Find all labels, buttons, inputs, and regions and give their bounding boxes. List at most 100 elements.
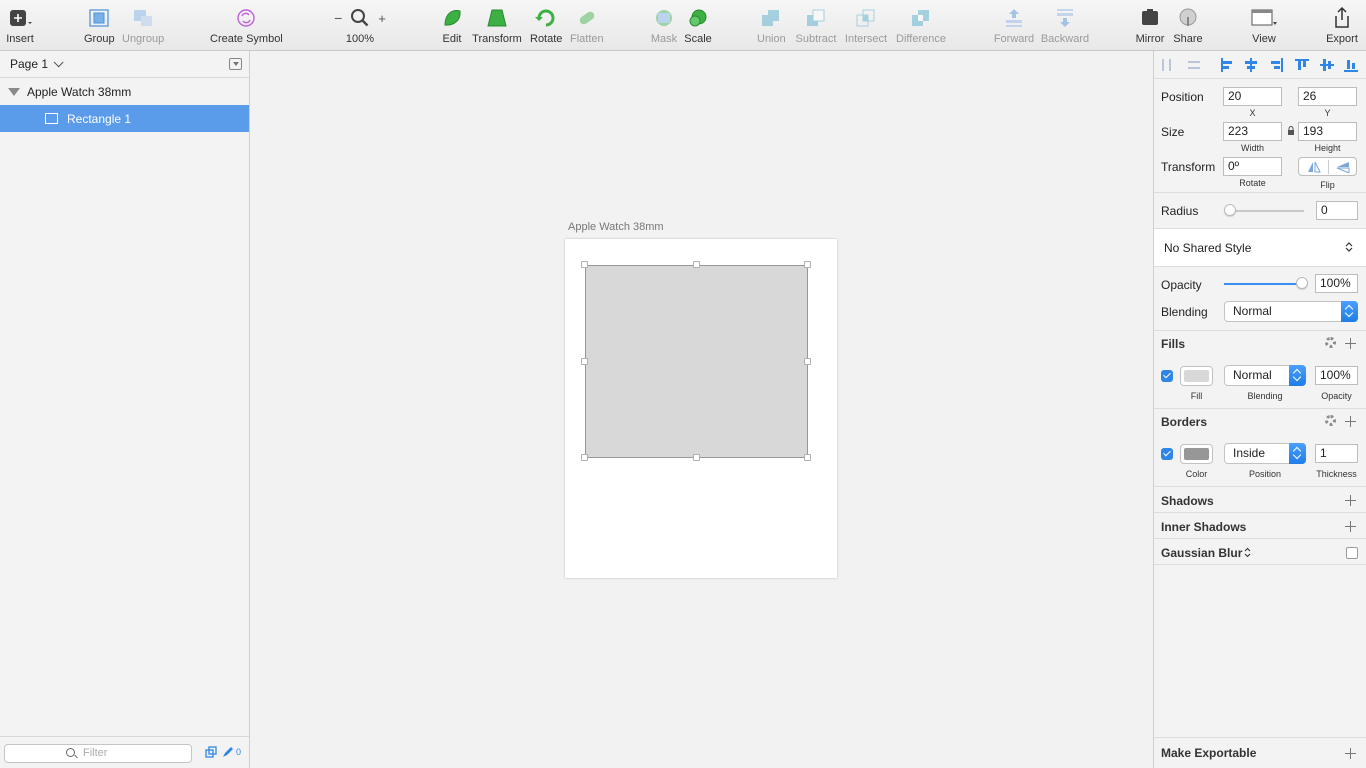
add-inner-shadow-icon[interactable] — [1345, 521, 1356, 532]
gaussian-blur-checkbox[interactable] — [1346, 547, 1358, 559]
align-middle-vertical-icon[interactable] — [1320, 58, 1334, 72]
artboard[interactable] — [565, 239, 837, 578]
opacity-slider[interactable] — [1224, 283, 1302, 285]
search-icon — [66, 748, 75, 757]
flip-horizontal-icon[interactable] — [1307, 161, 1321, 173]
union-button[interactable]: Union — [757, 6, 786, 48]
distribute-vertical-icon[interactable] — [1187, 58, 1201, 72]
share-icon — [1174, 6, 1202, 30]
intersect-button[interactable]: Intersect — [845, 6, 887, 48]
resize-handle-mr[interactable] — [804, 358, 811, 365]
resize-handle-bm[interactable] — [693, 454, 700, 461]
collapse-pages-icon[interactable] — [229, 58, 242, 70]
difference-button[interactable]: Difference — [895, 6, 947, 48]
mirror-button[interactable]: Mirror — [1133, 6, 1167, 48]
resize-handle-tl[interactable] — [581, 261, 588, 268]
share-button[interactable]: Share — [1172, 6, 1204, 48]
rectangle-shape[interactable] — [585, 265, 808, 458]
distribute-horizontal-icon[interactable] — [1160, 58, 1174, 72]
flatten-button[interactable]: Flatten — [570, 6, 604, 48]
fill-enabled-checkbox[interactable] — [1161, 370, 1173, 382]
blending-select[interactable]: Normal — [1224, 301, 1358, 322]
align-center-horizontal-icon[interactable] — [1244, 58, 1258, 72]
gaussian-blur-section: Gaussian Blur — [1154, 539, 1366, 565]
fills-gear-icon[interactable] — [1325, 337, 1336, 348]
insert-button[interactable]: Insert — [6, 6, 34, 48]
artboard-title[interactable]: Apple Watch 38mm — [568, 221, 664, 233]
export-button[interactable]: Export — [1324, 6, 1360, 48]
union-icon — [757, 6, 785, 30]
backward-button[interactable]: Backward — [1040, 6, 1090, 48]
lock-icon[interactable] — [1287, 126, 1295, 136]
ungroup-icon — [129, 6, 157, 30]
rotate-input[interactable]: 0º — [1223, 157, 1282, 176]
updown-chevron-icon[interactable] — [1244, 547, 1251, 558]
pen-filter-icon[interactable] — [221, 746, 233, 758]
select-arrow-icon — [1289, 365, 1306, 386]
layer-rectangle[interactable]: Rectangle 1 — [0, 105, 249, 132]
disclosure-triangle-icon[interactable] — [8, 87, 20, 96]
zoom-out-icon[interactable]: − — [334, 10, 342, 26]
height-input[interactable]: 193 — [1298, 122, 1357, 141]
edit-button[interactable]: Edit — [438, 6, 466, 48]
forward-button[interactable]: Forward — [993, 6, 1035, 48]
inspector-panel: Position 20 26 X Y Size 223 193 Width He… — [1153, 51, 1366, 768]
updown-chevron-icon[interactable] — [1345, 241, 1353, 253]
filter-input[interactable]: Filter — [4, 744, 192, 763]
flip-vertical-icon[interactable] — [1336, 161, 1350, 173]
border-enabled-checkbox[interactable] — [1161, 448, 1173, 460]
position-y-input[interactable]: 26 — [1298, 87, 1357, 106]
radius-input[interactable]: 0 — [1316, 201, 1358, 220]
alignment-toolbar — [1154, 51, 1366, 79]
shared-style-select[interactable]: No Shared Style — [1164, 241, 1251, 255]
zoom-in-icon[interactable]: + — [378, 11, 386, 26]
blur-type-select[interactable]: Gaussian Blur — [1161, 546, 1242, 560]
align-left-icon[interactable] — [1220, 58, 1234, 72]
group-button[interactable]: Group — [84, 6, 115, 48]
border-position-select[interactable]: Inside — [1224, 443, 1306, 464]
radius-slider-knob[interactable] — [1224, 204, 1236, 216]
insert-plus-icon — [6, 6, 34, 30]
radius-slider[interactable] — [1230, 210, 1304, 212]
border-color — [1184, 448, 1209, 460]
border-thickness-input[interactable]: 1 — [1315, 444, 1358, 463]
view-button[interactable]: View — [1248, 6, 1280, 48]
canvas[interactable]: Apple Watch 38mm — [250, 51, 1153, 768]
subtract-button[interactable]: Subtract — [795, 6, 837, 48]
rotate-button[interactable]: Rotate — [530, 6, 562, 48]
scale-button[interactable]: Scale — [684, 6, 712, 48]
zoom-magnifier-icon — [351, 9, 369, 27]
resize-handle-bl[interactable] — [581, 454, 588, 461]
border-color-swatch[interactable] — [1180, 444, 1213, 464]
resize-handle-tr[interactable] — [804, 261, 811, 268]
add-fill-icon[interactable] — [1345, 338, 1356, 349]
opacity-slider-knob[interactable] — [1296, 277, 1308, 289]
zoom-control[interactable]: − + 100% — [330, 6, 390, 48]
resize-handle-tm[interactable] — [693, 261, 700, 268]
symbols-filter-icon[interactable] — [205, 746, 217, 758]
add-export-icon[interactable] — [1345, 748, 1356, 759]
fill-blending-select[interactable]: Normal — [1224, 365, 1306, 386]
opacity-input[interactable]: 100% — [1315, 274, 1358, 293]
borders-gear-icon[interactable] — [1325, 415, 1336, 426]
forward-icon — [1000, 6, 1028, 30]
ungroup-button[interactable]: Ungroup — [122, 6, 164, 48]
position-x-input[interactable]: 20 — [1223, 87, 1282, 106]
page-selector[interactable]: Page 1 — [0, 51, 249, 78]
make-exportable-section[interactable]: Make Exportable — [1154, 737, 1366, 768]
layer-artboard[interactable]: Apple Watch 38mm — [0, 78, 249, 105]
resize-handle-br[interactable] — [804, 454, 811, 461]
align-top-icon[interactable] — [1295, 58, 1309, 72]
width-input[interactable]: 223 — [1223, 122, 1282, 141]
mask-button[interactable]: Mask — [650, 6, 678, 48]
create-symbol-button[interactable]: Create Symbol — [210, 6, 283, 48]
fill-opacity-input[interactable]: 100% — [1315, 366, 1358, 385]
add-border-icon[interactable] — [1345, 416, 1356, 427]
resize-handle-ml[interactable] — [581, 358, 588, 365]
align-right-icon[interactable] — [1269, 58, 1283, 72]
fill-color-swatch[interactable] — [1180, 366, 1213, 386]
radius-section: Radius 0 — [1154, 193, 1366, 229]
align-bottom-icon[interactable] — [1344, 58, 1358, 72]
add-shadow-icon[interactable] — [1345, 495, 1356, 506]
transform-button[interactable]: Transform — [472, 6, 522, 48]
